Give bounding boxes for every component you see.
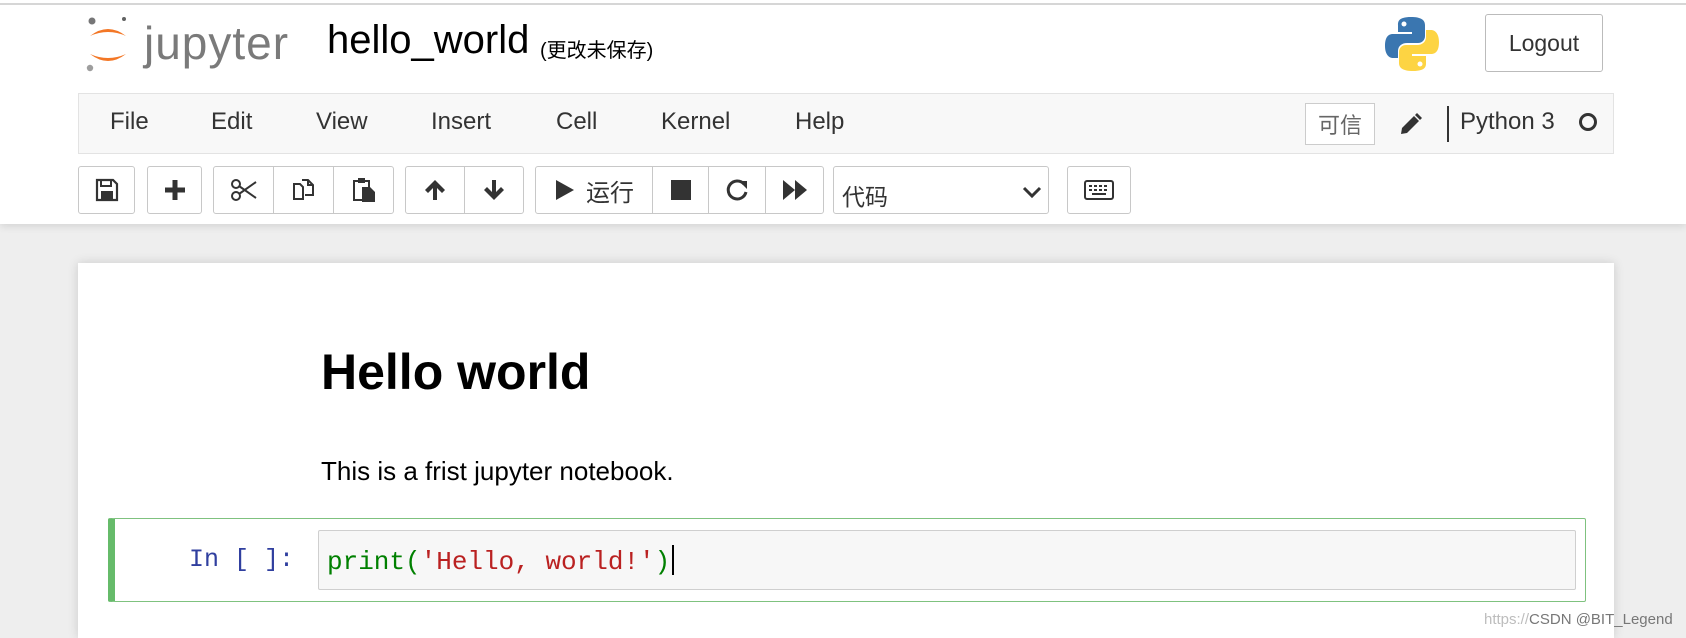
- toolbar-group-clipboard: [213, 166, 394, 214]
- code-token-builtin: print: [327, 547, 406, 577]
- cell-type-value: 代码: [842, 184, 888, 210]
- kernel-idle-indicator-icon: [1579, 113, 1597, 131]
- command-palette-button[interactable]: [1068, 167, 1130, 213]
- toolbar-group-keyboard: [1067, 166, 1131, 214]
- copy-icon: [292, 179, 314, 200]
- code-cell-selected[interactable]: In [ ]: print('Hello, world!'): [108, 518, 1586, 602]
- code-token-string: 'Hello, world!': [420, 547, 655, 577]
- paste-icon: [352, 178, 375, 202]
- logo-text: jupyter: [144, 17, 290, 69]
- save-status: (更改未保存): [540, 40, 654, 62]
- run-label: 运行: [586, 179, 634, 207]
- markdown-paragraph[interactable]: This is a frist jupyter notebook.: [321, 456, 674, 487]
- watermark-text: CSDN @BIT_Legend: [1529, 611, 1673, 628]
- fast-forward-icon: [782, 180, 807, 200]
- menu-cell[interactable]: Cell: [556, 108, 597, 136]
- toolbar-group-move: [405, 166, 524, 214]
- menu-file[interactable]: File: [110, 108, 149, 136]
- arrow-down-icon: [484, 180, 504, 200]
- watermark: https://CSDN @BIT_Legend: [1484, 611, 1673, 628]
- run-button[interactable]: 运行: [536, 167, 653, 213]
- kernel-separator: [1447, 106, 1449, 142]
- menu-kernel[interactable]: Kernel: [661, 108, 730, 136]
- jupyter-logo-icon: [86, 17, 126, 72]
- scissors-icon: [230, 179, 257, 201]
- code-token-close-paren: ): [654, 547, 671, 577]
- toolbar-group-save: [78, 166, 135, 214]
- move-down-button[interactable]: [465, 167, 523, 213]
- header-top-border: [0, 3, 1686, 5]
- plus-icon: [164, 180, 185, 200]
- move-up-button[interactable]: [406, 167, 465, 213]
- header: jupyter hello_world (更改未保存) Logout File …: [0, 0, 1686, 224]
- input-prompt: In [ ]:: [189, 545, 295, 574]
- keyboard-icon: [1084, 180, 1114, 200]
- copy-button[interactable]: [274, 167, 334, 213]
- menu-insert[interactable]: Insert: [431, 108, 491, 136]
- run-all-button[interactable]: [766, 167, 823, 213]
- pencil-icon[interactable]: [1397, 112, 1423, 138]
- toolbar-group-run: 运行: [535, 166, 824, 214]
- interrupt-button[interactable]: [653, 167, 709, 213]
- save-button[interactable]: [79, 167, 134, 213]
- text-cursor: [672, 545, 675, 575]
- trusted-badge[interactable]: 可信: [1305, 103, 1375, 145]
- play-icon: [556, 180, 574, 200]
- notebook-container: Hello world This is a frist jupyter note…: [78, 263, 1614, 638]
- logout-button[interactable]: Logout: [1485, 14, 1603, 72]
- python-logo-icon: [1385, 17, 1439, 71]
- cell-type-select[interactable]: 代码: [833, 166, 1049, 214]
- notebook-name[interactable]: hello_world: [327, 18, 529, 63]
- chevron-down-icon: [1022, 186, 1042, 199]
- toolbar-group-insert: [147, 166, 202, 214]
- kernel-name[interactable]: Python 3: [1460, 108, 1555, 136]
- restart-button[interactable]: [709, 167, 766, 213]
- watermark-prefix: https://: [1484, 611, 1530, 628]
- insert-cell-button[interactable]: [148, 167, 201, 213]
- arrow-up-icon: [425, 180, 445, 200]
- markdown-heading[interactable]: Hello world: [321, 343, 590, 401]
- code-editor[interactable]: print('Hello, world!'): [318, 530, 1576, 590]
- cut-button[interactable]: [214, 167, 274, 213]
- jupyter-logo[interactable]: jupyter: [86, 14, 298, 74]
- restart-icon: [726, 179, 748, 201]
- paste-button[interactable]: [334, 167, 393, 213]
- save-icon: [95, 178, 118, 202]
- menubar: File Edit View Insert Cell Kernel Help 可…: [78, 93, 1614, 154]
- menu-view[interactable]: View: [316, 108, 368, 136]
- code-token-open-paren: (: [405, 547, 421, 577]
- menu-edit[interactable]: Edit: [211, 108, 252, 136]
- stop-icon: [670, 180, 691, 200]
- menu-help[interactable]: Help: [795, 108, 844, 136]
